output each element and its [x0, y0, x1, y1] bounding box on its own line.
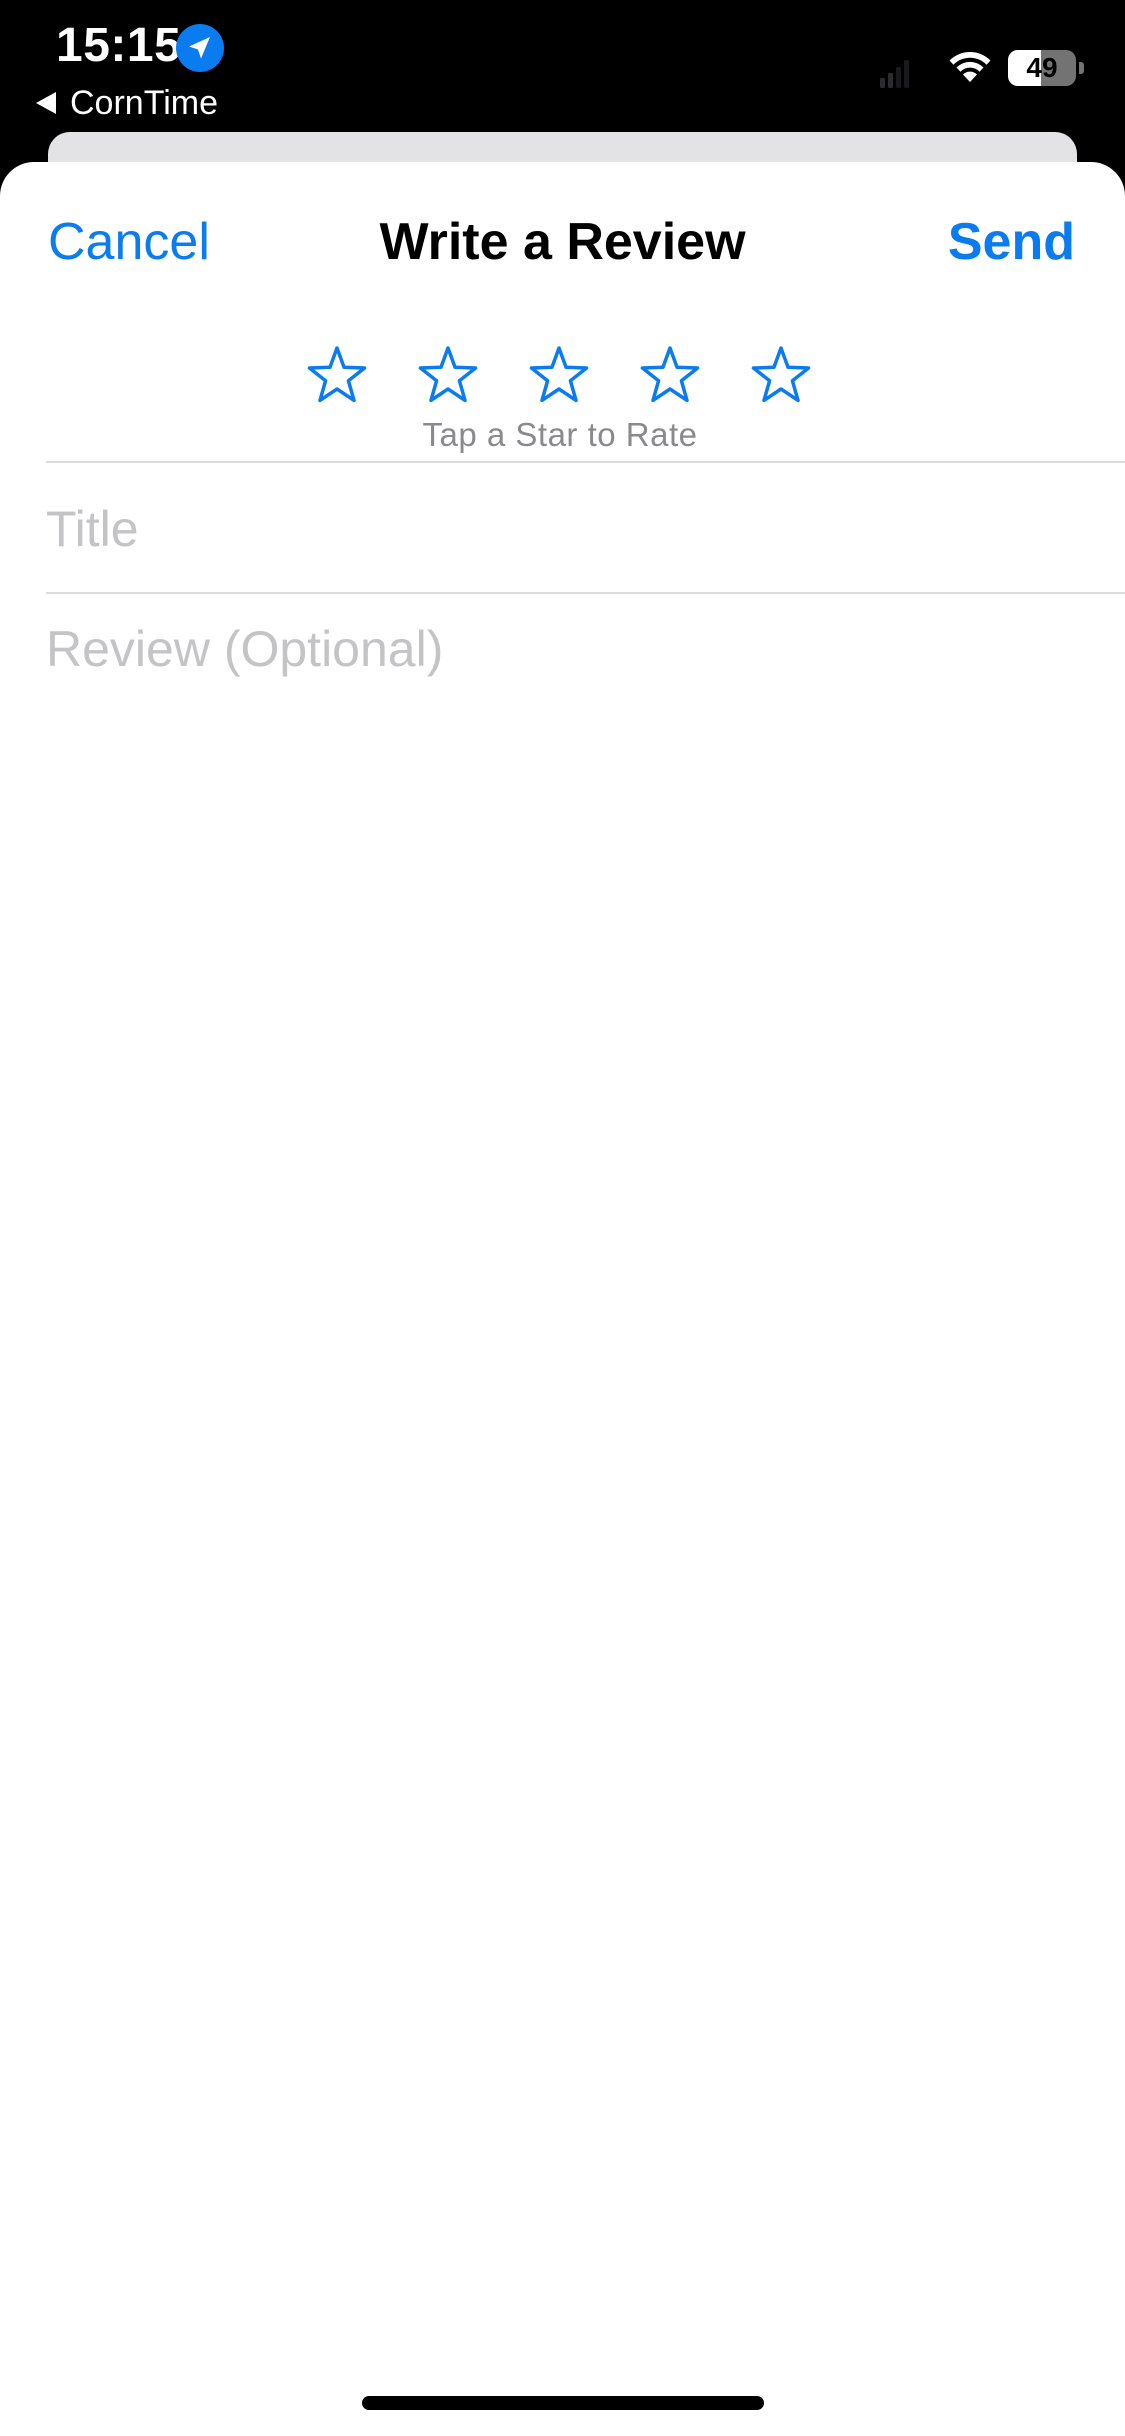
star-1-button[interactable] [306, 344, 368, 406]
star-5-button[interactable] [750, 344, 812, 406]
rating-hint: Tap a Star to Rate [422, 416, 698, 453]
home-indicator [362, 2396, 764, 2410]
wifi-icon [949, 52, 991, 82]
star-outline-icon [640, 346, 700, 403]
send-button[interactable]: Send [948, 212, 1075, 272]
title-input[interactable] [46, 494, 1086, 564]
status-time: 15:15 [56, 19, 182, 72]
cellular-signal-icon [880, 60, 909, 88]
battery-indicator: 49 [1008, 50, 1084, 86]
divider [46, 592, 1125, 594]
battery-body: 49 [1008, 50, 1076, 86]
star-outline-icon [751, 346, 811, 403]
star-rating [306, 344, 818, 406]
star-4-button[interactable] [639, 344, 701, 406]
star-outline-icon [418, 346, 478, 403]
cancel-button[interactable]: Cancel [48, 212, 210, 272]
battery-nub [1079, 62, 1084, 74]
review-input[interactable] [46, 612, 1086, 2212]
back-to-app-button[interactable]: CornTime [36, 82, 218, 124]
star-outline-icon [529, 346, 589, 403]
location-arrow-icon [176, 24, 224, 72]
back-app-label: CornTime [70, 83, 218, 122]
star-3-button[interactable] [528, 344, 590, 406]
star-outline-icon [307, 346, 367, 403]
back-triangle-icon [36, 92, 56, 114]
divider [46, 461, 1125, 463]
star-2-button[interactable] [417, 344, 479, 406]
screen: 15:15 CornTime 49 Write a Review Cancel … [0, 0, 1125, 2436]
battery-percent: 49 [1026, 52, 1058, 83]
